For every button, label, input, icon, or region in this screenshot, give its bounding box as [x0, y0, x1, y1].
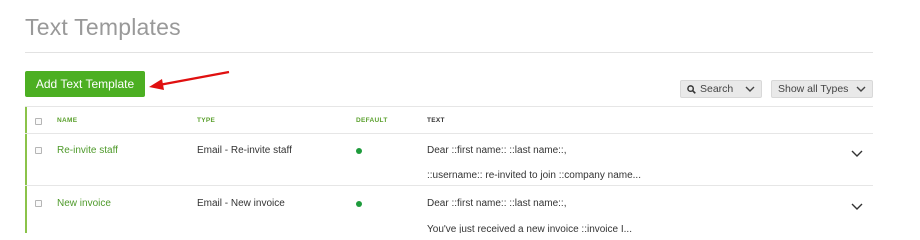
- column-header-default[interactable]: DEFAULT: [356, 117, 388, 124]
- chevron-down-icon[interactable]: [851, 198, 863, 210]
- default-indicator-dot: [356, 201, 362, 207]
- template-name-link[interactable]: New invoice: [57, 198, 111, 209]
- type-filter-dropdown[interactable]: Show all Types: [771, 80, 873, 98]
- search-label: Search: [700, 83, 734, 95]
- chevron-down-icon: [856, 86, 866, 92]
- template-text-line1: Dear ::first name:: ::last name::,: [427, 145, 567, 156]
- default-indicator-dot: [356, 148, 362, 154]
- table-header: NAME TYPE DEFAULT TEXT: [25, 106, 873, 134]
- chevron-down-icon[interactable]: [851, 145, 863, 157]
- search-button[interactable]: Search: [680, 80, 762, 98]
- template-text-line2: You've just received a new invoice ::inv…: [427, 224, 632, 233]
- text-templates-page: Text Templates Add Text Template Search …: [0, 0, 920, 233]
- row-checkbox[interactable]: [35, 147, 42, 154]
- type-filter-label: Show all Types: [778, 83, 849, 95]
- page-title: Text Templates: [25, 14, 181, 40]
- template-name-link[interactable]: Re-invite staff: [57, 145, 118, 156]
- red-arrow-icon: [149, 70, 230, 90]
- template-type: Email - Re-invite staff: [197, 145, 292, 156]
- table-row[interactable]: New invoice Email - New invoice Dear ::f…: [25, 186, 873, 233]
- column-header-name[interactable]: NAME: [57, 117, 77, 124]
- add-text-template-button[interactable]: Add Text Template: [25, 71, 145, 97]
- select-all-checkbox[interactable]: [35, 118, 42, 125]
- column-header-text: TEXT: [427, 117, 445, 124]
- row-checkbox[interactable]: [35, 200, 42, 207]
- table-row[interactable]: Re-invite staff Email - Re-invite staff …: [25, 134, 873, 186]
- template-text-line2: ::username:: re-invited to join ::compan…: [427, 170, 641, 181]
- templates-table: NAME TYPE DEFAULT TEXT Re-invite staff E…: [25, 106, 873, 233]
- column-header-type[interactable]: TYPE: [197, 117, 215, 124]
- search-icon: [687, 84, 696, 94]
- template-text-line1: Dear ::first name:: ::last name::,: [427, 198, 567, 209]
- chevron-down-icon: [745, 86, 755, 92]
- title-divider: [25, 52, 873, 53]
- template-type: Email - New invoice: [197, 198, 285, 209]
